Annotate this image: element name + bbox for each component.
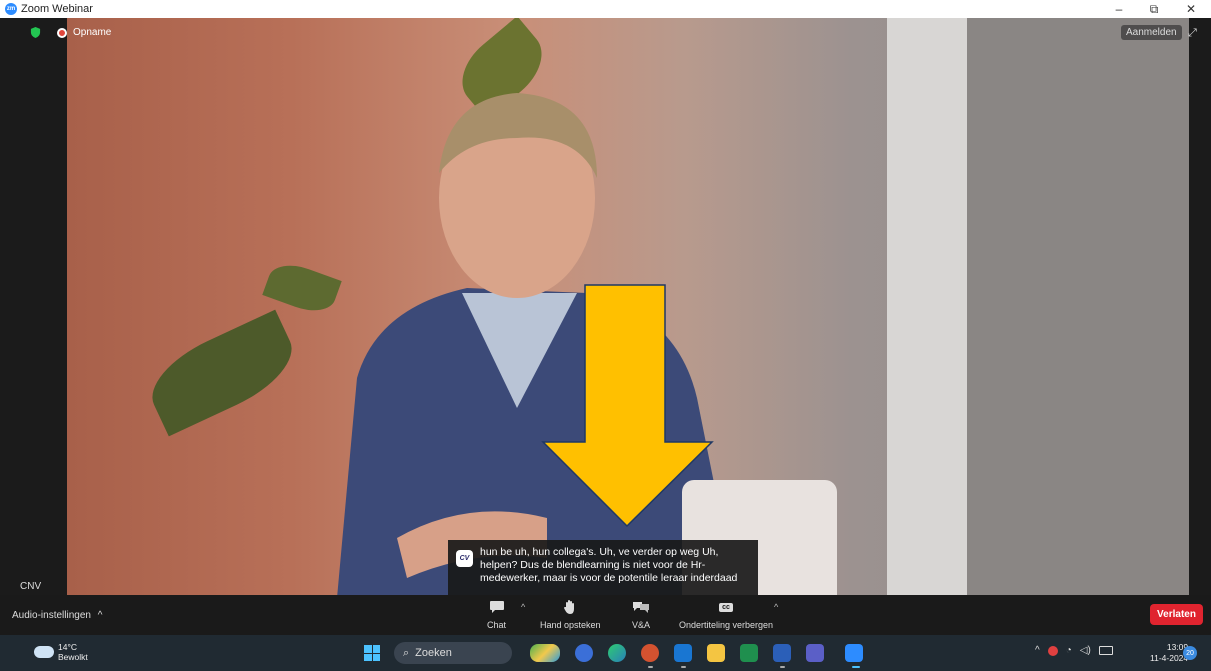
- caption-source-icon: CV: [456, 550, 473, 567]
- leave-button[interactable]: Verlaten: [1150, 604, 1203, 625]
- meeting-status: Opname: [30, 27, 111, 38]
- zoom-app-icon: zm: [5, 3, 17, 15]
- weather-description: Bewolkt: [58, 652, 88, 662]
- zoom-meeting-taskbar-icon[interactable]: [575, 644, 593, 662]
- chat-icon: [489, 598, 505, 616]
- maximize-button[interactable]: ⧉: [1139, 0, 1169, 18]
- raise-hand-label: Hand opsteken: [540, 620, 601, 630]
- edge-browser-icon[interactable]: [608, 644, 626, 662]
- hand-icon: [563, 598, 577, 616]
- chat-options-chevron-icon[interactable]: ^: [521, 602, 525, 612]
- excel-icon[interactable]: [740, 644, 758, 662]
- qa-label: V&A: [632, 620, 651, 630]
- taskbar-search[interactable]: ⌕ Zoeken: [394, 642, 512, 664]
- shield-icon[interactable]: [30, 27, 41, 38]
- cc-badge: cc: [719, 602, 733, 612]
- running-indicator: [780, 666, 785, 668]
- weather-temperature: 14°C: [58, 642, 77, 652]
- recording-icon: [57, 27, 67, 38]
- raise-hand-button[interactable]: Hand opsteken: [540, 598, 601, 630]
- hide-captions-label: Ondertiteling verbergen: [679, 620, 774, 630]
- chevron-up-icon: ^: [97, 610, 103, 621]
- captions-options-chevron-icon[interactable]: ^: [774, 602, 778, 612]
- notification-badge[interactable]: 20: [1183, 646, 1197, 660]
- windows-taskbar: 14°C Bewolkt ⌕ Zoeken ^ ◔ ◁) 13:09 11-4-…: [0, 635, 1211, 671]
- cc-icon: cc: [719, 598, 733, 616]
- wifi-icon[interactable]: ◔: [1066, 645, 1072, 656]
- signin-button[interactable]: Aanmelden: [1121, 25, 1182, 40]
- weather-widget[interactable]: 14°C Bewolkt: [34, 642, 88, 662]
- active-indicator: [852, 666, 860, 668]
- audio-settings-button[interactable]: Audio-instellingen ^: [12, 610, 102, 621]
- running-indicator: [648, 666, 653, 668]
- teams-icon[interactable]: [806, 644, 824, 662]
- file-explorer-icon[interactable]: [707, 644, 725, 662]
- minimize-button[interactable]: –: [1104, 0, 1134, 18]
- wall-pillar: [887, 18, 967, 595]
- search-icon: ⌕: [403, 646, 410, 659]
- word-icon[interactable]: [773, 644, 791, 662]
- volume-icon[interactable]: ◁): [1080, 645, 1091, 656]
- system-tray: ^ ◔ ◁): [1035, 645, 1113, 656]
- meeting-toolbar: Audio-instellingen ^ Chat ^ Hand opsteke…: [0, 595, 1211, 635]
- window-title-bar: zm Zoom Webinar – ⧉ ✕: [0, 0, 1211, 18]
- video-letterbox-left: [0, 18, 67, 595]
- down-arrow-annotation: [541, 284, 714, 528]
- app-tray-icon[interactable]: [1047, 645, 1058, 656]
- close-button[interactable]: ✕: [1176, 0, 1206, 18]
- speaker-name-label: CNV: [20, 581, 42, 592]
- caption-text: hun be uh, hun collega's. Uh, ve verder …: [480, 546, 738, 584]
- window-title: Zoom Webinar: [21, 3, 93, 15]
- wall-concrete: [967, 18, 1189, 595]
- cloud-icon: [34, 646, 54, 658]
- powerpoint-icon[interactable]: [641, 644, 659, 662]
- hide-captions-button[interactable]: cc Ondertiteling verbergen: [679, 598, 773, 630]
- chevron-up-icon[interactable]: ^: [1035, 645, 1040, 656]
- qa-button[interactable]: V&A: [632, 598, 650, 630]
- qa-icon: [632, 598, 650, 616]
- fullscreen-icon[interactable]: ⤢: [1188, 27, 1200, 39]
- battery-icon[interactable]: [1098, 646, 1113, 655]
- video-letterbox-right: [1189, 18, 1211, 595]
- chat-button[interactable]: Chat: [487, 598, 506, 630]
- chat-label: Chat: [487, 620, 507, 630]
- running-indicator: [681, 666, 686, 668]
- taskbar-widget-icon[interactable]: [530, 644, 560, 662]
- audio-settings-label: Audio-instellingen: [12, 610, 91, 621]
- search-placeholder: Zoeken: [415, 647, 452, 659]
- windows-start-icon[interactable]: [364, 645, 380, 661]
- outlook-icon[interactable]: [674, 644, 692, 662]
- recording-label: Opname: [73, 27, 112, 38]
- zoom-app-taskbar-icon[interactable]: [845, 644, 863, 662]
- video-area: Opname Aanmelden ⤢ CNV CV hun be uh, hun…: [0, 18, 1211, 611]
